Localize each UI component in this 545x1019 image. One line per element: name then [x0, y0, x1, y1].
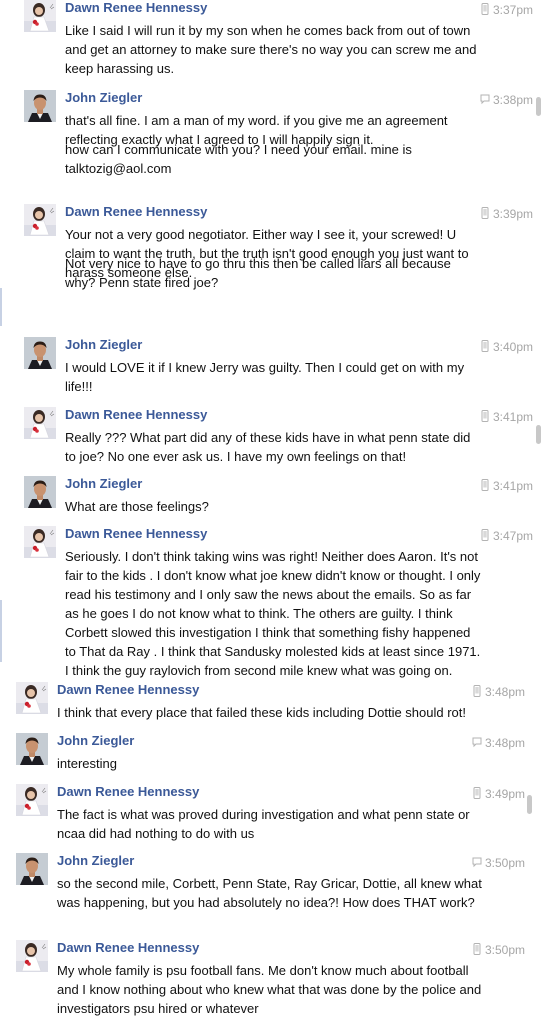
avatar[interactable] [16, 784, 48, 816]
avatar[interactable] [24, 526, 56, 558]
message-text: Like I said I will run it by my son when… [65, 23, 477, 76]
sender-name[interactable]: Dawn Renee Hennessy [65, 204, 207, 220]
unread-marker [0, 288, 2, 326]
avatar[interactable] [24, 204, 56, 236]
timestamp: 3:40pm [492, 340, 533, 354]
timestamp: 3:41pm [492, 410, 533, 424]
timestamp: 3:50pm [484, 856, 525, 870]
message-text: I think that every place that failed the… [57, 705, 467, 720]
timestamp: 3:39pm [492, 207, 533, 221]
avatar[interactable] [24, 90, 56, 122]
sender-name[interactable]: Dawn Renee Hennessy [65, 0, 207, 16]
scrollbar-thumb[interactable] [536, 425, 541, 444]
avatar[interactable] [16, 853, 48, 885]
message-text: Seriously. I don't think taking wins was… [65, 549, 481, 678]
message-text: Really ??? What part did any of these ki… [65, 430, 471, 464]
avatar[interactable] [16, 682, 48, 714]
sender-name[interactable]: Dawn Renee Hennessy [57, 682, 199, 698]
sender-name[interactable]: John Ziegler [65, 476, 142, 492]
timestamp: 3:48pm [484, 685, 525, 699]
message-text: so the second mile, Corbett, Penn State,… [57, 876, 482, 910]
sender-name[interactable]: John Ziegler [57, 853, 134, 869]
timestamp: 3:50pm [484, 943, 525, 957]
timestamp: 3:49pm [484, 787, 525, 801]
scrollbar-thumb[interactable] [536, 97, 541, 116]
avatar[interactable] [24, 476, 56, 508]
timestamp: 3:37pm [492, 3, 533, 17]
sender-name[interactable]: John Ziegler [65, 337, 142, 353]
message-text: how can I communicate with you? I need y… [65, 142, 412, 176]
message-text: What are those feelings? [65, 499, 209, 514]
timestamp: 3:48pm [484, 736, 525, 750]
avatar[interactable] [16, 940, 48, 972]
avatar[interactable] [16, 733, 48, 765]
sender-name[interactable]: John Ziegler [65, 90, 142, 106]
message-text: My whole family is psu football fans. Me… [57, 963, 482, 1016]
avatar[interactable] [24, 337, 56, 369]
message-text: The fact is what was proved during inves… [57, 807, 470, 841]
sender-name[interactable]: John Ziegler [57, 733, 134, 749]
message-text: interesting [57, 756, 117, 771]
timestamp: 3:41pm [492, 479, 533, 493]
timestamp: 3:38pm [492, 93, 533, 107]
sender-name[interactable]: Dawn Renee Hennessy [57, 784, 199, 800]
scrollbar-thumb[interactable] [527, 795, 532, 814]
avatar[interactable] [24, 407, 56, 439]
message-text: I would LOVE it if I knew Jerry was guil… [65, 360, 465, 394]
avatar[interactable] [24, 0, 56, 32]
sender-name[interactable]: Dawn Renee Hennessy [65, 407, 207, 423]
unread-marker [0, 600, 2, 662]
message-text: Not very nice to have to go thru this th… [65, 256, 451, 290]
timestamp: 3:47pm [492, 529, 533, 543]
sender-name[interactable]: Dawn Renee Hennessy [57, 940, 199, 956]
sender-name[interactable]: Dawn Renee Hennessy [65, 526, 207, 542]
